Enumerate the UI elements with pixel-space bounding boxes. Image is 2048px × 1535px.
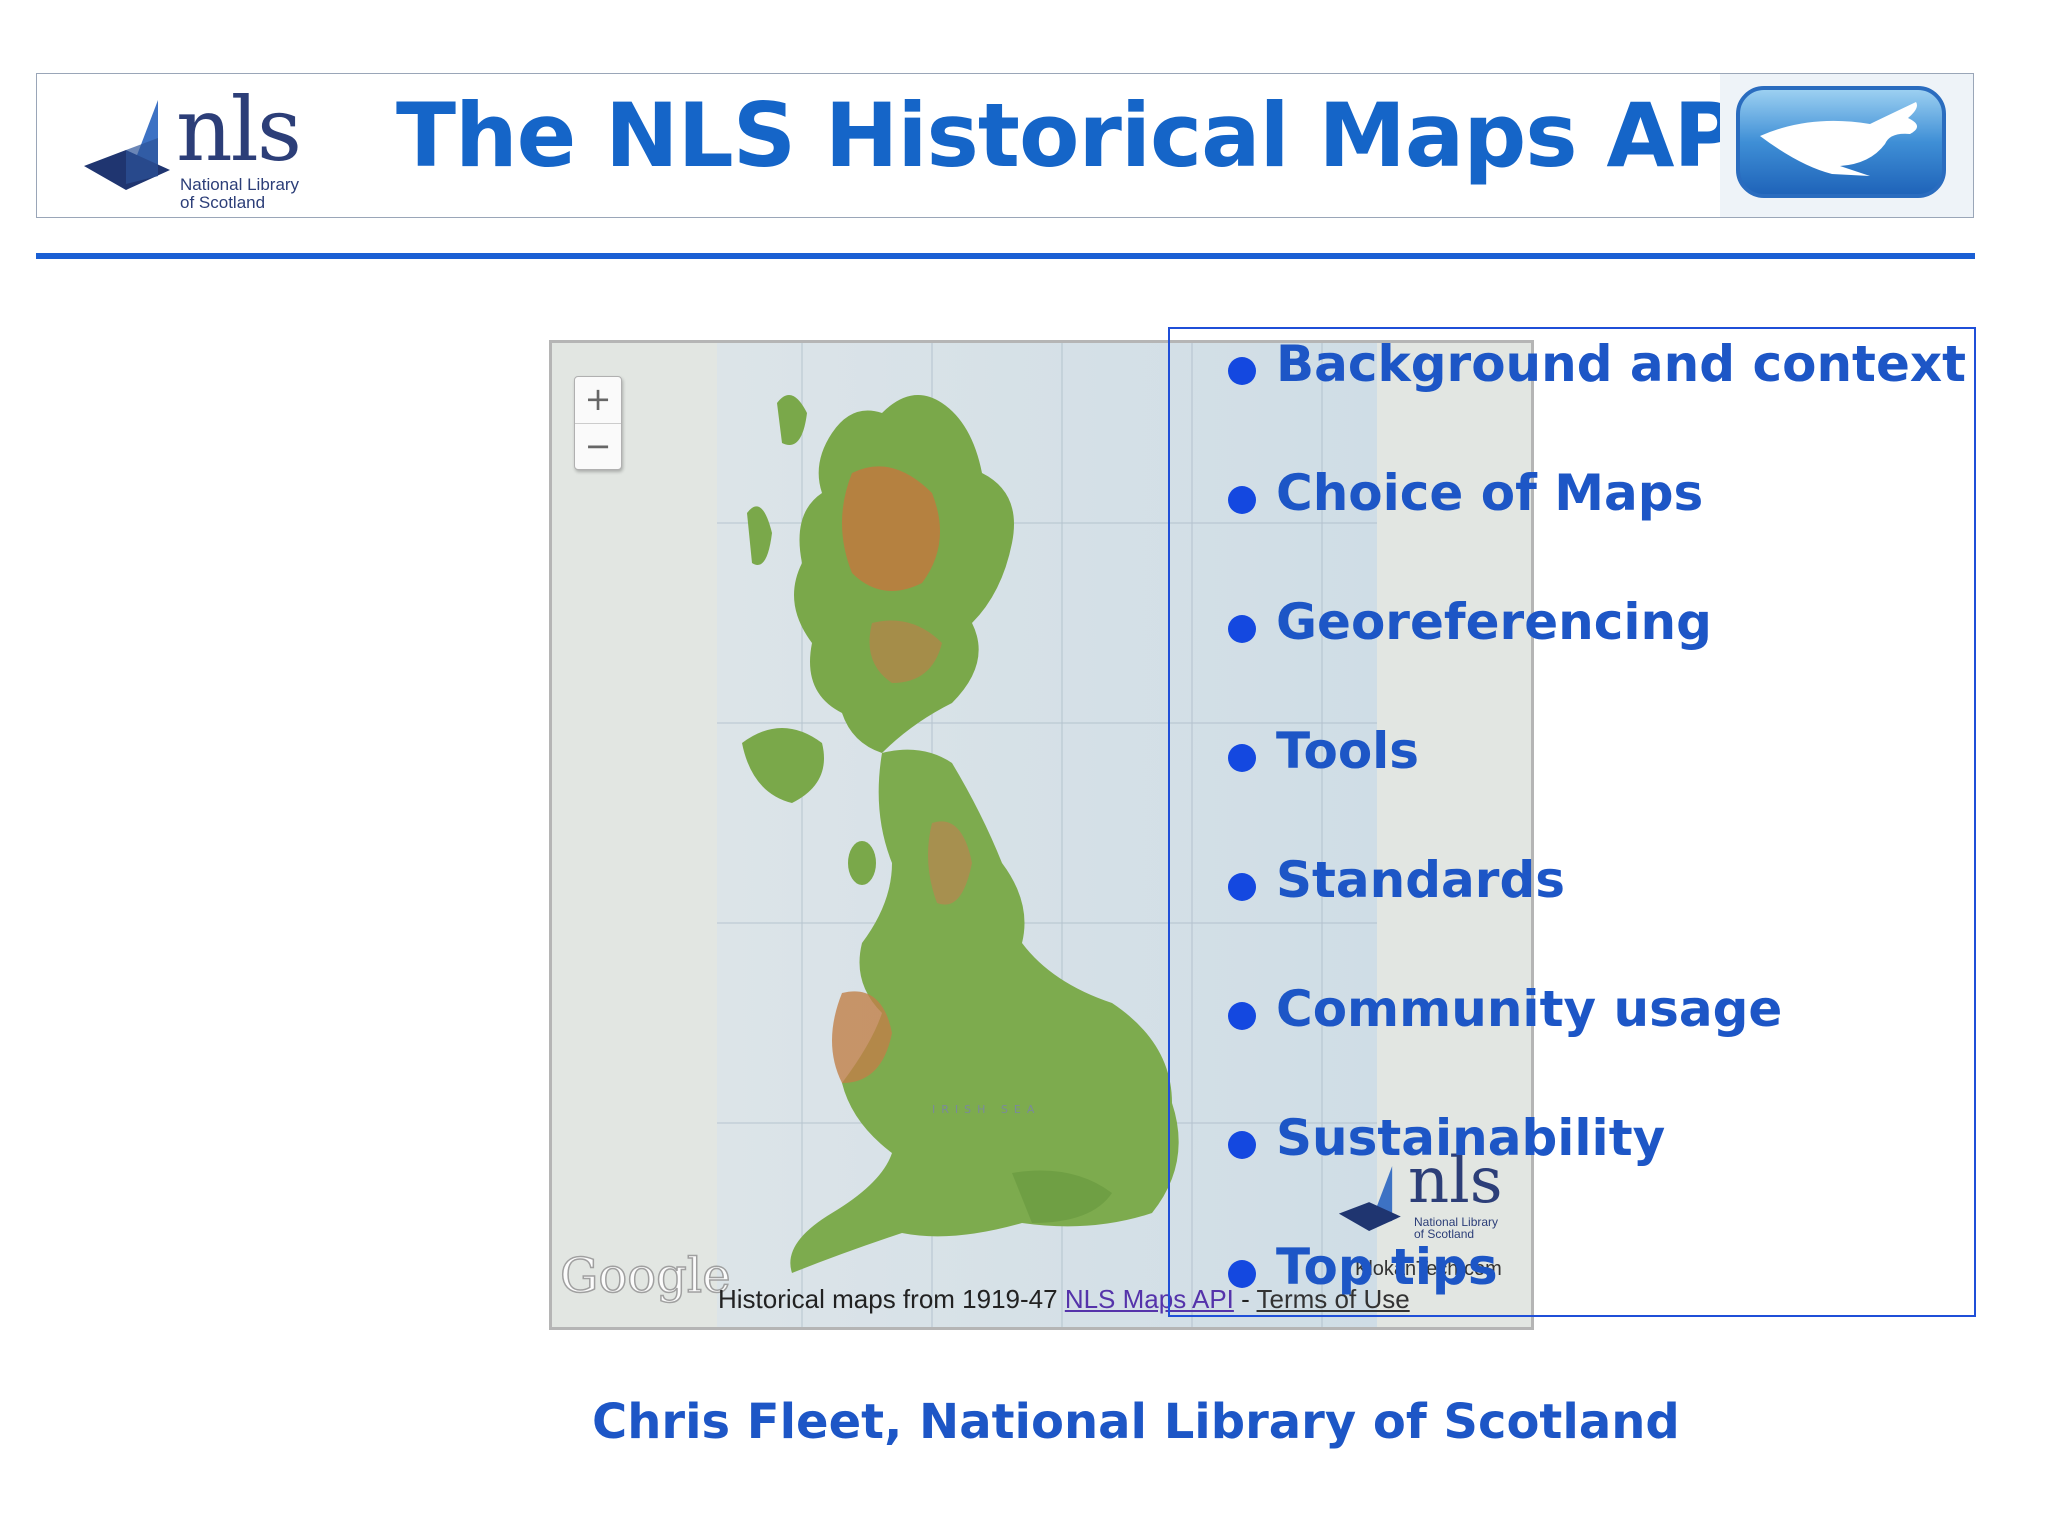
list-item: Choice of Maps [1228, 464, 1966, 593]
bullet-list: Background and context Choice of Maps Ge… [1228, 335, 1966, 1367]
list-item: Sustainability [1228, 1109, 1966, 1238]
bullet-icon [1228, 1131, 1256, 1159]
page-title: The NLS Historical Maps API [396, 84, 1770, 187]
nls-cube-icon [84, 100, 170, 190]
google-logo: Google [559, 1247, 731, 1305]
list-item: Tools [1228, 722, 1966, 851]
bullet-icon [1228, 615, 1256, 643]
kangaroo-logo-icon [1736, 86, 1946, 198]
author-footer: Chris Fleet, National Library of Scotlan… [592, 1394, 1680, 1450]
nls-logo: nls National Library of Scotland [80, 78, 310, 217]
list-item: Top tips [1228, 1238, 1966, 1367]
svg-text:IRISH SEA: IRISH SEA [932, 1103, 1040, 1116]
nls-logo-line1: National Library [180, 175, 300, 194]
bullet-icon [1228, 873, 1256, 901]
list-item: Background and context [1228, 335, 1966, 464]
nls-logo-word: nls [176, 78, 302, 181]
bullet-icon [1228, 744, 1256, 772]
bullet-icon [1228, 357, 1256, 385]
kangaroo-logo [1720, 74, 1973, 217]
attribution-prefix: Historical maps from 1919-47 [718, 1284, 1058, 1314]
nls-logo-line2: of Scotland [180, 193, 266, 212]
header-rule [36, 253, 1975, 259]
list-item: Community usage [1228, 980, 1966, 1109]
list-item: Georeferencing [1228, 593, 1966, 722]
map-zoom-control: + − [574, 376, 622, 470]
zoom-out-button[interactable]: − [575, 424, 621, 470]
bullet-icon [1228, 1002, 1256, 1030]
bullet-icon [1228, 486, 1256, 514]
zoom-in-button[interactable]: + [575, 377, 621, 424]
list-item: Standards [1228, 851, 1966, 980]
bullet-icon [1228, 1260, 1256, 1288]
